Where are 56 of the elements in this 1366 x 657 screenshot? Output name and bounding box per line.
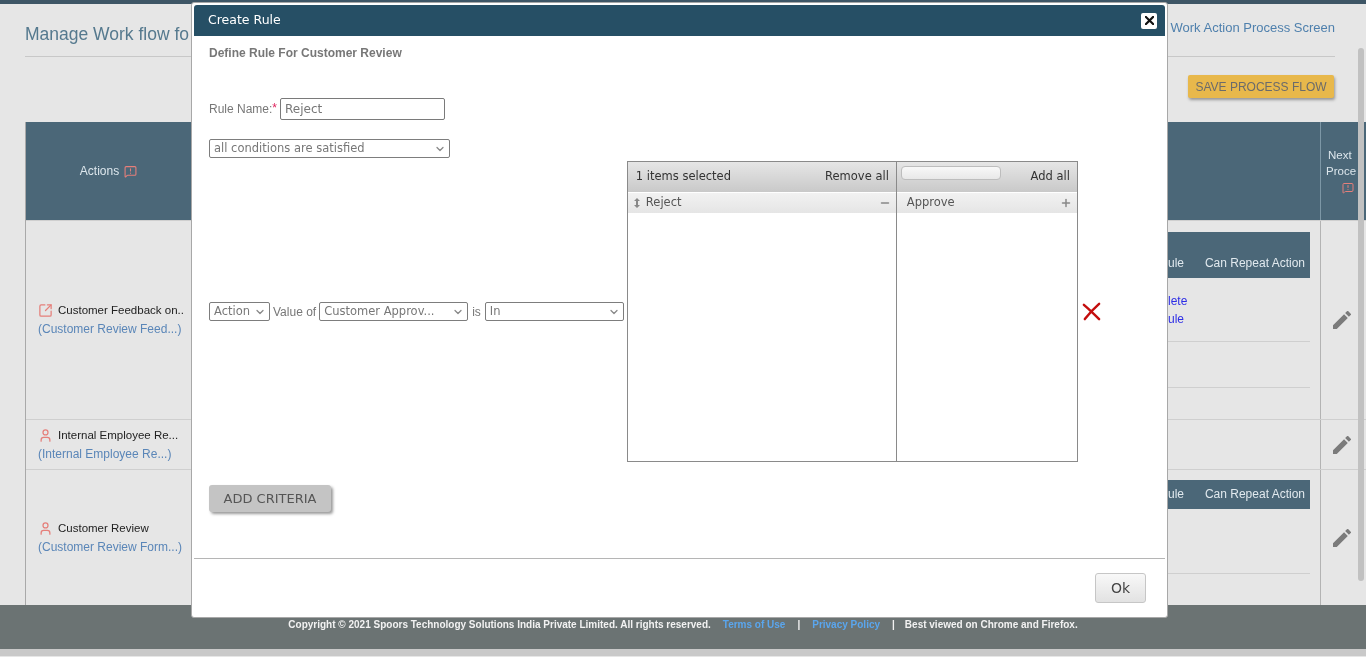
field-select[interactable]: Action xyxy=(209,302,270,321)
up-down-arrow-icon[interactable] xyxy=(633,198,640,208)
add-all-link[interactable]: Add all xyxy=(1030,168,1070,186)
remove-all-link[interactable]: Remove all xyxy=(825,168,889,186)
column-header: Can Repeat Action xyxy=(1204,487,1305,501)
save-process-flow-button[interactable]: SAVE PROCESS FLOW xyxy=(1188,75,1334,98)
action-name: Customer Feedback on.. xyxy=(58,303,184,318)
comment-warning-icon[interactable] xyxy=(124,164,138,178)
form-link[interactable]: (Customer Review Form...) xyxy=(38,537,183,557)
external-link-icon xyxy=(38,303,53,318)
screen-link[interactable]: Work Action Process Screen xyxy=(1170,20,1335,35)
form-link[interactable]: (Customer Review Feed...) xyxy=(38,320,182,339)
column-header: Next xyxy=(1327,148,1352,163)
pencil-icon[interactable] xyxy=(1333,435,1351,454)
action-name: Internal Employee Re... xyxy=(58,427,179,443)
list-item[interactable]: Approve xyxy=(896,193,1077,213)
value-of-label: Value of xyxy=(273,303,317,321)
rule-link[interactable]: ule xyxy=(1168,310,1184,328)
filter-input[interactable] xyxy=(900,166,1001,180)
operator-select[interactable]: In xyxy=(484,302,624,321)
list-item[interactable]: Reject xyxy=(627,193,896,213)
close-button[interactable] xyxy=(1141,12,1157,29)
page-title: Manage Work flow fo xyxy=(25,24,190,44)
selected-count: 1 items selected xyxy=(635,168,731,186)
user-icon xyxy=(38,520,53,536)
column-header: ule xyxy=(1168,487,1184,501)
ok-button[interactable]: Ok xyxy=(1095,573,1146,603)
horizontal-scrollbar[interactable] xyxy=(0,649,1366,656)
dialog-subtitle: Define Rule For Customer Review xyxy=(209,46,402,60)
column-header: Actions xyxy=(79,163,120,180)
action-name: Customer Review xyxy=(58,520,149,536)
footer-text: Best viewed on Chrome and Firefox. xyxy=(904,619,1078,631)
add-criteria-button[interactable]: ADD CRITERIA xyxy=(209,485,331,512)
pencil-icon[interactable] xyxy=(1333,528,1351,547)
comment-warning-icon[interactable] xyxy=(1342,182,1354,194)
column-header: Can Repeat Action xyxy=(1204,256,1305,270)
rule-name-label: Rule Name: xyxy=(209,101,273,118)
footer-text: Copyright © 2021 Spoors Technology Solutions India Private Limited. All rights reserved. xyxy=(288,619,711,631)
user-icon xyxy=(38,427,53,443)
scrollbar-thumb[interactable] xyxy=(1358,48,1364,581)
separator: | xyxy=(892,619,895,631)
operator-label: is xyxy=(471,303,482,321)
plus-icon[interactable] xyxy=(1059,197,1072,209)
form-link[interactable]: (Internal Employee Re...) xyxy=(38,444,172,464)
column-header: ule xyxy=(1168,256,1184,270)
pencil-icon[interactable] xyxy=(1333,311,1351,329)
rule-name-input[interactable]: Reject xyxy=(280,98,446,120)
close-icon xyxy=(1144,16,1154,25)
dialog-title: Create Rule xyxy=(208,11,281,30)
column-header: Proce xyxy=(1325,164,1357,179)
cross-icon[interactable] xyxy=(1081,302,1101,321)
condition-select[interactable]: all conditions are satisfied xyxy=(209,139,450,158)
rule-link[interactable]: lete xyxy=(1168,292,1188,310)
attribute-select[interactable]: Customer Approv... xyxy=(319,302,469,321)
required-mark: * xyxy=(272,100,278,117)
separator: | xyxy=(797,619,801,631)
